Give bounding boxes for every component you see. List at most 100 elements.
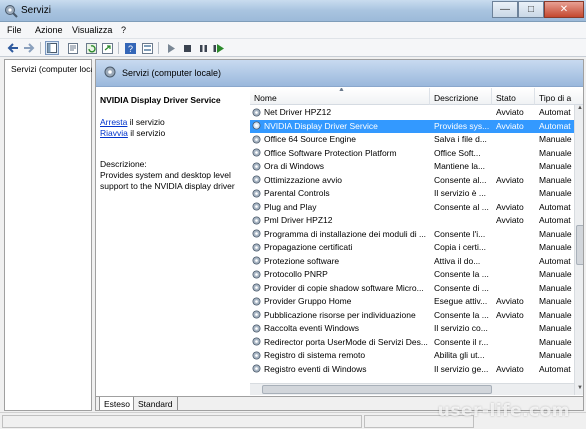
- service-name-cell: Registro eventi di Windows: [252, 364, 430, 374]
- close-button[interactable]: ✕: [544, 1, 584, 18]
- service-name: Ora di Windows: [264, 161, 324, 171]
- service-gear-icon: [252, 216, 261, 224]
- service-gear-icon: [252, 337, 261, 346]
- service-row[interactable]: Registro di sistema remoto Abilita gli ut…: [250, 349, 583, 363]
- description-label: Descrizione:: [100, 159, 147, 169]
- services-gear-icon: [104, 66, 116, 78]
- pause-service-button[interactable]: [196, 41, 210, 55]
- service-name-cell: Office Software Protection Platform: [252, 148, 430, 158]
- restart-service-link[interactable]: Riavvia: [100, 128, 128, 138]
- forward-button[interactable]: [22, 41, 36, 55]
- service-row[interactable]: Office Software Protection Platform Offic…: [250, 147, 583, 161]
- service-row[interactable]: Protezione software Attiva il do... Automa…: [250, 255, 583, 269]
- tab-extended[interactable]: Esteso: [99, 397, 135, 410]
- service-gear-icon: [252, 364, 261, 373]
- column-header-startup[interactable]: Tipo di a: [535, 88, 583, 105]
- service-gear-icon: [252, 256, 261, 265]
- service-row[interactable]: Programma di installazione dei moduli di…: [250, 228, 583, 242]
- service-row[interactable]: Office 64 Source Engine Salva i file d...…: [250, 133, 583, 147]
- service-state-cell: Avviato: [496, 107, 524, 117]
- service-name-cell: Protocollo PNRP: [252, 269, 430, 279]
- console-tree-icon: [47, 43, 57, 53]
- stop-service-link[interactable]: Arresta: [100, 117, 127, 127]
- menu-bar: File Azione Visualizza ?: [0, 22, 586, 39]
- tab-standard[interactable]: Standard: [133, 397, 178, 410]
- menu-azione[interactable]: Azione: [35, 25, 63, 35]
- scroll-down-icon[interactable]: ▼: [575, 385, 583, 395]
- selected-service-name: NVIDIA Display Driver Service: [100, 95, 221, 105]
- service-row[interactable]: Plug and Play Consente al ... Avviato Autom…: [250, 201, 583, 215]
- view-button[interactable]: [140, 41, 154, 55]
- service-name: Redirector porta UserMode di Servizi Des…: [264, 336, 428, 347]
- service-row[interactable]: Pml Driver HPZ12 Avviato Automat: [250, 214, 583, 228]
- menu-file[interactable]: File: [7, 25, 22, 35]
- service-name-cell: Ora di Windows: [252, 161, 430, 171]
- service-description-cell: Copia i certi...: [434, 242, 486, 252]
- minimize-button[interactable]: —: [492, 1, 518, 18]
- menu-help[interactable]: ?: [121, 25, 126, 35]
- service-row[interactable]: Parental Controls Il servizio è ... Manual…: [250, 187, 583, 201]
- scroll-up-icon[interactable]: ▲: [575, 105, 583, 115]
- service-gear-icon: [252, 351, 261, 359]
- console-tree: Servizi (computer locale): [4, 59, 92, 411]
- properties-button[interactable]: [66, 41, 80, 55]
- maximize-button[interactable]: □: [518, 1, 544, 18]
- title-bar: Servizi — □ ✕: [0, 0, 586, 22]
- service-row[interactable]: Provider Gruppo Home Esegue attiv... Avvia…: [250, 295, 583, 309]
- service-row[interactable]: Provider di copie shadow software Micro.…: [250, 282, 583, 296]
- service-name: Propagazione certificati: [264, 242, 353, 252]
- pane-title: Servizi (computer locale): [122, 68, 222, 78]
- close-icon: ✕: [559, 4, 569, 15]
- export-icon: [101, 42, 113, 54]
- console-tree-button[interactable]: [45, 41, 59, 55]
- service-description-cell: Salva i file d...: [434, 134, 487, 144]
- export-button[interactable]: [100, 41, 114, 55]
- stop-icon: [183, 44, 191, 52]
- column-header-description[interactable]: Descrizione: [430, 88, 492, 105]
- refresh-button[interactable]: [84, 41, 98, 55]
- svg-text:?: ?: [128, 44, 133, 54]
- back-button[interactable]: [6, 41, 20, 55]
- help-button[interactable]: ?: [123, 41, 137, 55]
- watermark: user-life.com: [437, 401, 570, 421]
- service-description-cell: Il servizio è ...: [434, 188, 486, 198]
- vertical-scroll-thumb[interactable]: [576, 225, 583, 265]
- service-row[interactable]: Pubblicazione risorse per individuazione…: [250, 309, 583, 323]
- menu-visualizza[interactable]: Visualizza: [72, 25, 112, 35]
- service-row[interactable]: Registro eventi di Windows Il servizio ge…: [250, 363, 583, 377]
- service-row[interactable]: Redirector porta UserMode di Servizi Des…: [250, 336, 583, 350]
- pane-header: Servizi (computer locale): [96, 60, 583, 87]
- restart-service-button[interactable]: [212, 41, 226, 55]
- horizontal-scroll-thumb[interactable]: [262, 385, 492, 394]
- column-header-name[interactable]: ▲ Nome: [250, 88, 430, 105]
- service-description: Descrizione: Provides system and desktop…: [100, 159, 246, 192]
- toolbar: ?: [0, 39, 586, 57]
- service-description-cell: Abilita gli ut...: [434, 350, 485, 360]
- horizontal-scrollbar[interactable]: [250, 383, 574, 395]
- service-row[interactable]: Protocollo PNRP Consente la ... Manuale: [250, 268, 583, 282]
- service-gear-icon: [252, 229, 261, 238]
- service-state-cell: Avviato: [496, 120, 524, 131]
- service-row[interactable]: Ottimizzazione avvio Consente al... Avviat…: [250, 174, 583, 188]
- service-row[interactable]: Net Driver HPZ12 Avviato Automat: [250, 106, 583, 120]
- vertical-scrollbar[interactable]: ▲ ▼: [574, 105, 583, 395]
- service-name: Provider di copie shadow software Micro.…: [264, 282, 424, 293]
- service-name-cell: Office 64 Source Engine: [252, 134, 430, 144]
- stop-service-button[interactable]: [180, 41, 194, 55]
- services-list: ▲ Nome Descrizione Stato Tipo di a Net D…: [250, 88, 583, 395]
- service-gear-icon: [252, 189, 261, 197]
- start-service-button[interactable]: [164, 41, 178, 55]
- restart-suffix: il servizio: [127, 128, 166, 138]
- service-name-cell: Plug and Play: [252, 202, 430, 212]
- column-name-label: Nome: [254, 93, 277, 103]
- column-header-state[interactable]: Stato: [492, 88, 535, 105]
- service-description-cell: Consente la ...: [434, 309, 489, 320]
- tree-item-services[interactable]: Servizi (computer locale): [8, 63, 92, 75]
- refresh-icon: [85, 42, 97, 54]
- service-row[interactable]: Raccolta eventi Windows Il servizio co...…: [250, 322, 583, 336]
- service-row[interactable]: NVIDIA Display Driver Service Provides sy…: [250, 119, 583, 133]
- service-row[interactable]: Propagazione certificati Copia i certi...…: [250, 241, 583, 255]
- services-pane: Servizi (computer locale) NVIDIA Display…: [95, 59, 584, 411]
- service-row[interactable]: Ora di Windows Mantiene la... Manuale: [250, 160, 583, 174]
- service-description-cell: Il servizio ge...: [434, 363, 489, 374]
